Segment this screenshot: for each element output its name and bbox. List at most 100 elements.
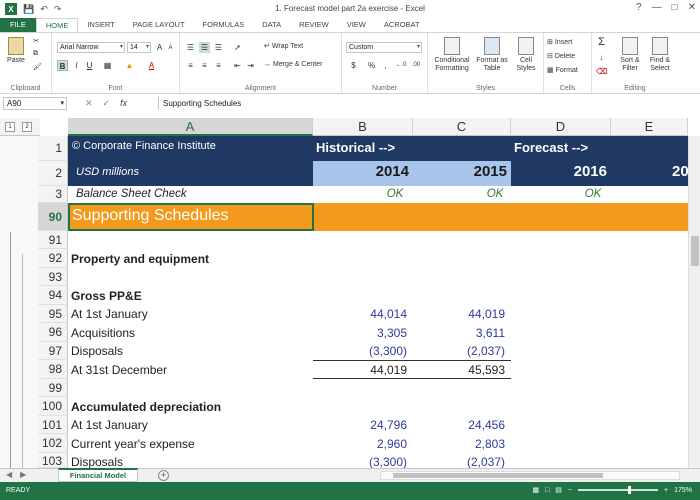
row-header[interactable]: 101 [38,416,68,434]
row-header[interactable]: 99 [38,379,68,397]
year-2016[interactable]: 2016 [511,163,607,180]
total-cell[interactable]: 45,593 [413,363,505,377]
units-label[interactable]: USD millions [76,166,139,178]
autosum-button[interactable]: Σ [596,37,607,48]
accum-dep-heading[interactable]: Accumulated depreciation [71,400,221,414]
zoom-out-button[interactable]: − [568,487,572,494]
value-cell[interactable]: 3,611 [413,326,505,340]
column-header-e[interactable]: E [611,118,688,136]
row-label[interactable]: Disposals [71,344,123,358]
row-header[interactable]: 100 [38,397,68,416]
value-cell[interactable]: 2,803 [413,437,505,451]
align-middle-icon[interactable]: ☰ [199,42,210,53]
section-title[interactable]: Supporting Schedules [72,207,229,225]
row-header[interactable]: 93 [38,268,68,286]
row-header[interactable]: 95 [38,305,68,323]
row-header[interactable]: 103 [38,453,68,468]
row-header[interactable]: 91 [38,231,68,249]
redo-icon[interactable]: ↷ [54,4,62,15]
tab-review[interactable]: REVIEW [290,18,338,32]
orientation-icon[interactable]: ➚ [232,42,243,53]
row-header[interactable]: 92 [38,249,68,268]
copyright-text[interactable]: © Corporate Finance Institute [72,140,216,152]
fill-color-icon[interactable]: ▲ [124,60,135,71]
next-sheet-icon[interactable]: ▶ [20,470,26,479]
historical-label[interactable]: Historical --> [316,140,395,155]
tab-home[interactable]: HOME [35,18,79,32]
row-header[interactable]: 97 [38,342,68,360]
shrink-font-button[interactable]: A [165,43,176,54]
row-header[interactable]: 90 [38,203,68,231]
merge-center-button[interactable]: ↔ Merge & Center [264,61,322,68]
row-label[interactable]: Disposals [71,455,123,468]
forecast-label[interactable]: Forecast --> [514,140,588,155]
copy-icon[interactable]: ⧉ [33,50,38,58]
row-label[interactable]: At 1st January [71,307,148,321]
check-2016[interactable]: OK [548,188,638,200]
balance-check-label[interactable]: Balance Sheet Check [76,188,187,200]
insert-cells-button[interactable]: ⊞ Insert [547,38,572,47]
paste-button[interactable]: Paste [4,37,28,65]
tab-view[interactable]: VIEW [338,18,375,32]
row-label[interactable]: At 1st January [71,418,148,432]
normal-view-icon[interactable]: ▦ [532,486,539,494]
decrease-indent-icon[interactable]: ⇤ [232,60,243,71]
add-sheet-button[interactable]: + [158,470,169,481]
zoom-level[interactable]: 175% [674,487,692,494]
row-header[interactable]: 94 [38,286,68,305]
row-header[interactable]: 102 [38,434,68,453]
borders-icon[interactable]: ▦ [102,60,113,71]
page-layout-view-icon[interactable]: □ [545,487,549,494]
tab-page-layout[interactable]: PAGE LAYOUT [124,18,194,32]
insert-function-icon[interactable]: fx [120,98,127,109]
row-label[interactable]: Current year's expense [71,437,195,451]
tab-insert[interactable]: INSERT [78,18,123,32]
align-top-icon[interactable]: ☰ [185,42,196,53]
maximize-icon[interactable]: □ [672,2,678,13]
prev-sheet-icon[interactable]: ◀ [6,470,12,479]
tab-data[interactable]: DATA [253,18,290,32]
value-cell[interactable]: (2,037) [413,455,505,468]
number-format-select[interactable]: Custom ▾ [346,42,422,53]
conditional-formatting-button[interactable]: Conditional Formatting [432,37,472,73]
tab-acrobat[interactable]: ACROBAT [375,18,429,32]
zoom-slider-knob[interactable] [628,486,631,494]
wrap-text-button[interactable]: ↵ Wrap Text [264,42,303,51]
name-box[interactable]: A90 ▾ [3,97,67,110]
value-cell[interactable]: 44,014 [313,307,407,321]
align-center-icon[interactable]: ≡ [199,60,210,71]
fill-icon[interactable]: ↓ [596,52,607,63]
increase-indent-icon[interactable]: ⇥ [245,60,256,71]
gross-ppe-heading[interactable]: Gross PP&E [71,289,142,303]
column-header-d[interactable]: D [511,118,611,136]
value-cell[interactable]: (3,300) [313,455,407,468]
grow-font-button[interactable]: A [154,42,165,53]
column-header-c[interactable]: C [413,118,511,136]
horizontal-scroll-thumb[interactable] [393,473,603,478]
sheet-tab-financial-model[interactable]: Financial Model [58,468,138,482]
font-color-icon[interactable]: A [146,60,157,71]
undo-icon[interactable]: ↶ [40,4,48,15]
minimize-icon[interactable]: — [652,2,662,13]
font-size-select[interactable]: 14 ▾ [127,42,151,53]
row-header[interactable]: 1 [38,136,68,161]
column-header-a[interactable]: A [68,118,313,136]
year-2014[interactable]: 2014 [313,163,409,180]
row-header[interactable]: 98 [38,360,68,379]
font-name-select[interactable]: Arial Narrow ▾ [57,42,125,53]
comma-button[interactable]: , [380,60,391,71]
cut-icon[interactable]: ✂ [33,37,39,45]
outline-level-2[interactable]: 2 [22,122,32,132]
zoom-in-button[interactable]: + [664,487,668,494]
align-right-icon[interactable]: ≡ [213,60,224,71]
value-cell[interactable]: 24,456 [413,418,505,432]
total-cell[interactable]: 44,019 [313,363,407,377]
currency-button[interactable]: $ [348,60,359,71]
vertical-scroll-thumb[interactable] [691,236,699,266]
check-2015[interactable]: OK [450,188,540,200]
page-break-view-icon[interactable]: ▤ [555,486,562,494]
bold-button[interactable]: B [57,60,68,71]
zoom-slider[interactable] [578,486,658,494]
close-icon[interactable]: ✕ [688,2,696,13]
row-header[interactable]: 3 [38,186,68,203]
